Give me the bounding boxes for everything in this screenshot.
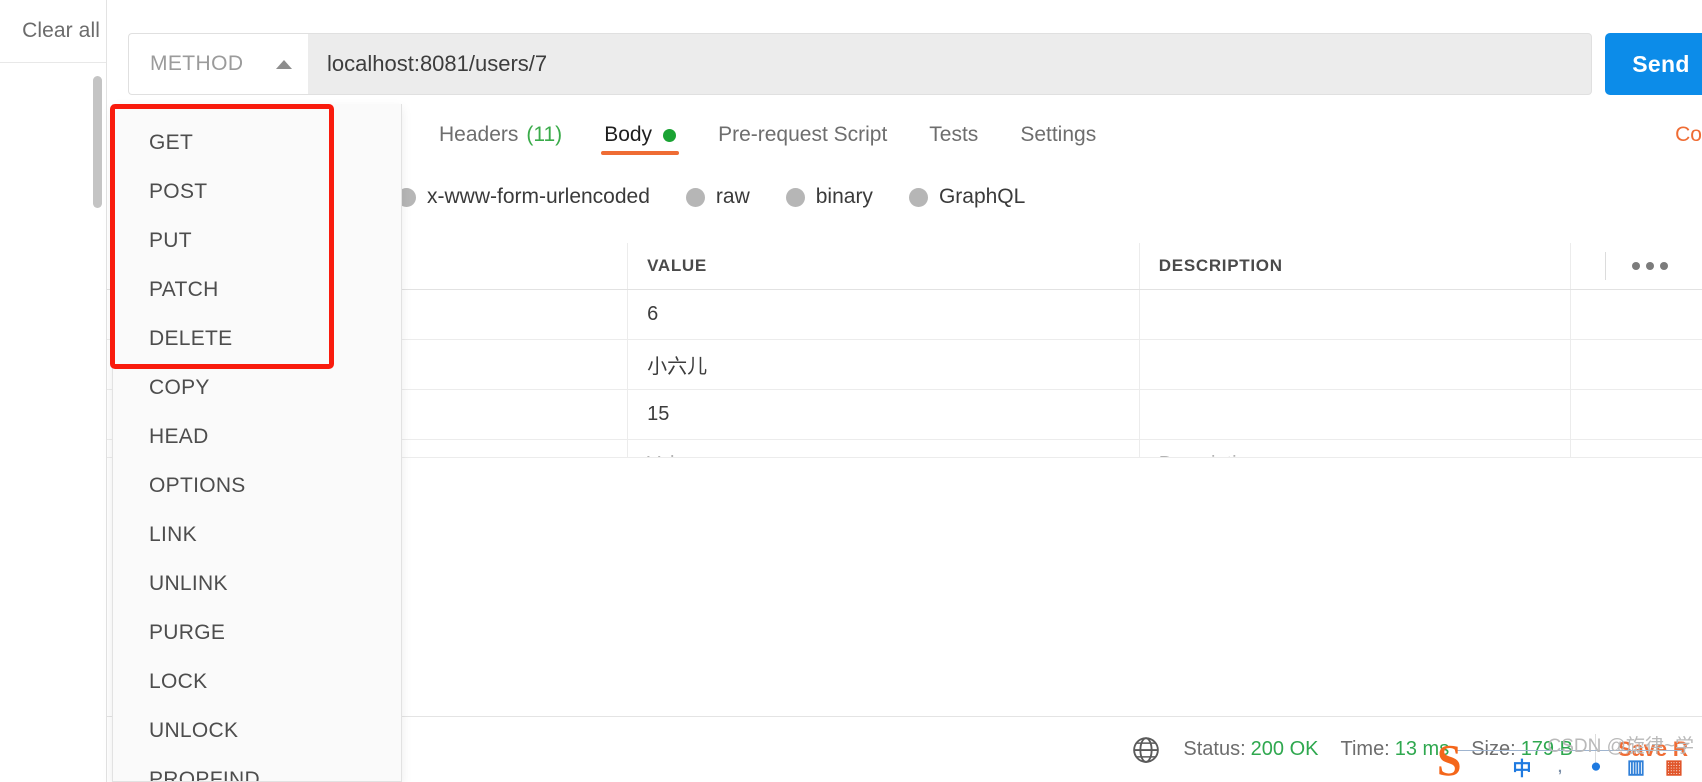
radio-raw-label: raw [715, 185, 750, 208]
watermark-text: CSDN @旋律~学 [1547, 736, 1695, 757]
radio-binary[interactable]: binary [785, 185, 873, 209]
menu-item-delete[interactable]: DELETE [113, 314, 401, 363]
menu-item-purge[interactable]: PURGE [113, 608, 401, 657]
menu-item-post[interactable]: POST [113, 167, 401, 216]
row-description-cell[interactable] [1140, 340, 1572, 389]
tab-pre-request-script[interactable]: Pre-request Script [697, 104, 908, 166]
radio-raw[interactable]: raw [685, 185, 750, 209]
menu-item-unlink[interactable]: UNLINK [113, 559, 401, 608]
tab-tests[interactable]: Tests [908, 104, 999, 166]
url-input[interactable]: localhost:8081/users/7 [308, 33, 1592, 95]
radio-graphql[interactable]: GraphQL [908, 185, 1026, 209]
send-button[interactable]: Send [1605, 33, 1702, 95]
method-selector-label: METHOD [150, 52, 244, 75]
status-code-metric: Status: 200 OK [1183, 738, 1318, 761]
cookies-link[interactable]: Co [1675, 123, 1702, 147]
postman-window: Clear all METHOD localhost:8081/users/7 … [0, 0, 1702, 782]
row-value-cell[interactable]: 小六儿 [628, 340, 1140, 389]
time-label: Time: [1340, 738, 1390, 760]
radio-binary-label: binary [815, 185, 873, 208]
radio-icon [908, 187, 928, 207]
menu-item-options[interactable]: OPTIONS [113, 461, 401, 510]
sidebar-header: Clear all [0, 0, 106, 63]
tab-tests-label: Tests [929, 123, 979, 146]
clear-all-button[interactable]: Clear all [22, 19, 100, 43]
send-button-label: Send [1632, 50, 1690, 77]
row-value-cell[interactable]: 6 [628, 290, 1140, 339]
row-actions-cell [1571, 340, 1702, 389]
radio-x-www-form-urlencoded[interactable]: x-www-form-urlencoded [397, 185, 650, 209]
menu-item-unlock[interactable]: UNLOCK [113, 706, 401, 755]
radio-icon [785, 187, 805, 207]
request-topbar: METHOD localhost:8081/users/7 Send S [107, 0, 1702, 104]
left-sidebar: Clear all [0, 0, 107, 782]
status-code-label: Status: [1183, 738, 1246, 760]
column-header-description: DESCRIPTION [1140, 243, 1572, 289]
tab-headers[interactable]: Headers (11) [418, 104, 583, 166]
tab-headers-label: Headers [439, 123, 519, 146]
divider [1605, 252, 1607, 280]
menu-item-put[interactable]: PUT [113, 216, 401, 265]
tab-pre-request-script-label: Pre-request Script [718, 123, 888, 146]
tab-body-label: Body [604, 123, 653, 146]
method-dropdown-menu[interactable]: GET POST PUT PATCH DELETE COPY HEAD OPTI… [112, 104, 402, 782]
ime-chinese-mode-icon[interactable]: 中 [1509, 754, 1535, 780]
menu-item-link[interactable]: LINK [113, 510, 401, 559]
method-selector[interactable]: METHOD [128, 33, 308, 95]
tab-settings[interactable]: Settings [999, 104, 1117, 166]
tab-body[interactable]: Body [583, 104, 697, 166]
row-description-cell[interactable] [1140, 390, 1572, 439]
menu-item-head[interactable]: HEAD [113, 412, 401, 461]
globe-icon[interactable] [1131, 735, 1161, 765]
status-code-value: 200 OK [1250, 738, 1319, 760]
radio-x-www-form-urlencoded-label: x-www-form-urlencoded [427, 185, 650, 208]
table-actions-cell [1571, 243, 1702, 289]
ellipsis-icon[interactable] [1632, 262, 1669, 270]
radio-graphql-label: GraphQL [938, 185, 1026, 208]
time-metric: Time: 13 ms [1340, 738, 1449, 761]
chevron-up-icon [276, 59, 292, 69]
sidebar-scrollbar[interactable] [93, 76, 102, 208]
sogou-logo-icon[interactable]: S [1437, 739, 1497, 782]
sidebar-body [0, 63, 106, 782]
radio-icon [685, 187, 705, 207]
column-header-value: VALUE [628, 243, 1140, 289]
menu-item-patch[interactable]: PATCH [113, 265, 401, 314]
menu-item-copy[interactable]: COPY [113, 363, 401, 412]
url-input-value: localhost:8081/users/7 [327, 51, 548, 76]
row-actions-cell [1571, 290, 1702, 339]
menu-item-get[interactable]: GET [113, 118, 401, 167]
menu-item-propfind[interactable]: PROPFIND [113, 755, 401, 782]
row-description-cell[interactable] [1140, 290, 1572, 339]
tab-settings-label: Settings [1020, 123, 1097, 146]
menu-item-lock[interactable]: LOCK [113, 657, 401, 706]
row-actions-cell [1571, 390, 1702, 439]
tab-headers-count: (11) [526, 123, 563, 146]
row-value-cell[interactable]: 15 [628, 390, 1140, 439]
body-modified-dot-icon [663, 128, 677, 142]
